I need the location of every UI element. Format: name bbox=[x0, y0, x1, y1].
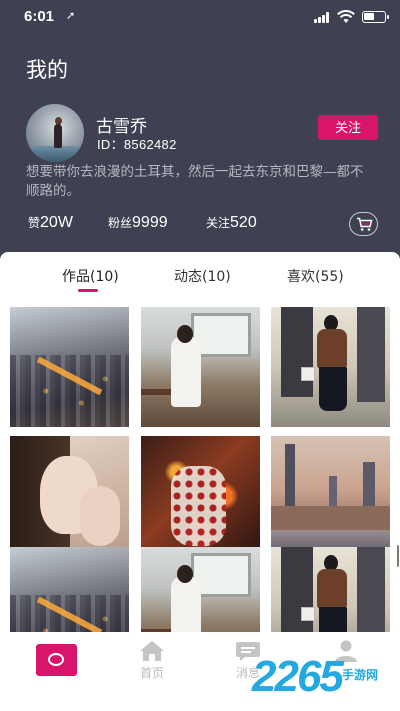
shopping-cart-button[interactable] bbox=[349, 212, 378, 236]
stat-following[interactable]: 关注520 bbox=[206, 212, 257, 232]
stat-fans-label: 粉丝 bbox=[108, 216, 133, 230]
portrait-photo[interactable] bbox=[10, 436, 129, 556]
battery-icon bbox=[362, 11, 389, 23]
cafe-woman-photo[interactable] bbox=[141, 307, 260, 427]
tab-works[interactable]: 作品(10) bbox=[62, 266, 119, 286]
stat-likes-label: 赞 bbox=[28, 216, 41, 230]
nav-home-label: 首页 bbox=[139, 666, 164, 680]
street-fashion-photo[interactable] bbox=[271, 307, 390, 427]
follow-button[interactable]: 关注 bbox=[318, 115, 378, 140]
avatar[interactable] bbox=[26, 104, 84, 162]
stat-likes-value: 20W bbox=[40, 214, 73, 231]
profile-tabs: 作品(10) 动态(10) 喜欢(55) bbox=[0, 252, 400, 296]
status-bar: 6:01 ➚ bbox=[0, 0, 400, 34]
tab-activity[interactable]: 动态(10) bbox=[174, 266, 231, 286]
stat-fans-value: 9999 bbox=[132, 214, 168, 231]
bokeh-dress-photo[interactable] bbox=[141, 436, 260, 556]
page-title: 我的 bbox=[26, 58, 68, 82]
watermark-text: 手游网 bbox=[342, 668, 379, 682]
home-icon bbox=[140, 641, 164, 661]
tab-likes[interactable]: 喜欢(55) bbox=[287, 266, 344, 286]
site-watermark: 2265 手游网 bbox=[252, 652, 400, 711]
stat-following-label: 关注 bbox=[206, 216, 231, 230]
city-night-photo[interactable] bbox=[10, 307, 129, 427]
profile-bio: 想要带你去浪漫的土耳其，然后一起去东京和巴黎—都不顺路的。 bbox=[26, 164, 364, 199]
stat-fans[interactable]: 粉丝9999 bbox=[108, 212, 168, 232]
location-arrow-icon: ➚ bbox=[66, 9, 76, 22]
user-id: ID：8562482 bbox=[97, 137, 177, 152]
signal-icon bbox=[314, 12, 331, 23]
stat-following-value: 520 bbox=[230, 214, 257, 231]
shopping-cart-icon bbox=[357, 217, 373, 231]
active-tab-indicator bbox=[78, 289, 98, 292]
record-icon bbox=[48, 653, 64, 666]
status-time: 6:01 bbox=[24, 8, 55, 25]
wifi-icon bbox=[337, 10, 355, 23]
record-button[interactable] bbox=[36, 644, 77, 676]
watermark-number: 2265 bbox=[252, 652, 344, 701]
nav-home[interactable]: 首页 bbox=[122, 640, 182, 700]
scroll-indicator[interactable] bbox=[397, 545, 399, 567]
city-skyline-photo[interactable] bbox=[271, 436, 390, 556]
stat-likes[interactable]: 赞20W bbox=[28, 212, 73, 232]
